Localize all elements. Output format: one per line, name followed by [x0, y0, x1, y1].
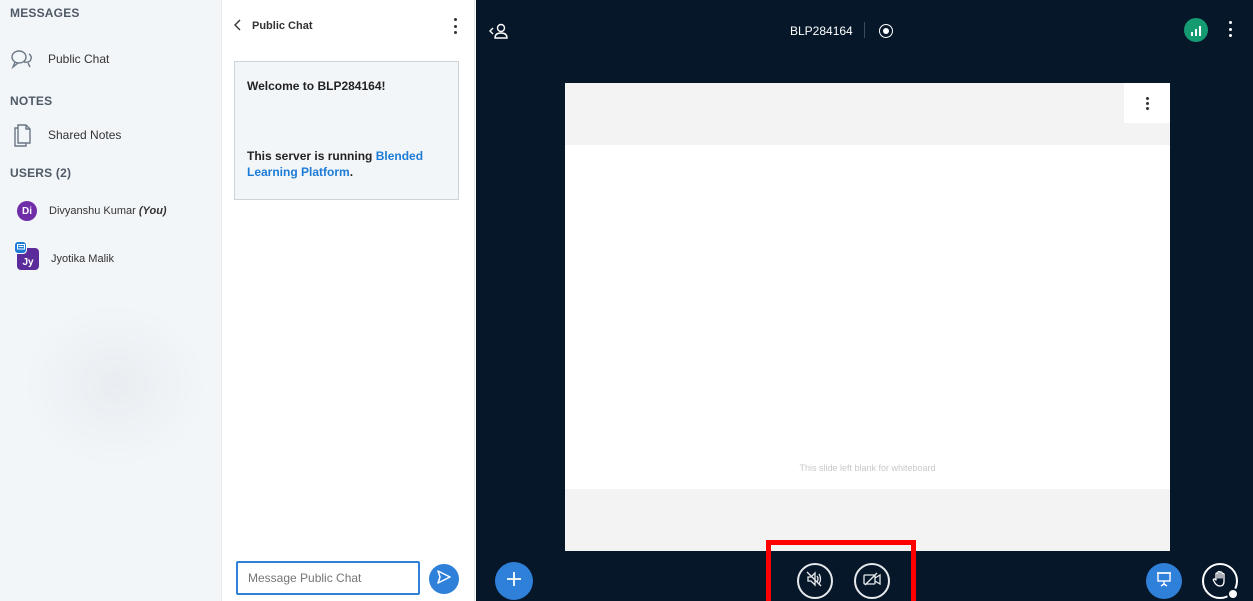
welcome-message: Welcome to BLP284164! This server is run… — [234, 61, 459, 200]
user-name: Divyanshu Kumar (You) — [49, 205, 167, 217]
options-menu-icon[interactable] — [1226, 21, 1234, 37]
audio-icon — [806, 570, 824, 592]
app-root: MESSAGES Public Chat NOTES Shared Notes … — [0, 0, 1253, 601]
audio-button[interactable] — [797, 563, 833, 599]
chat-options-icon[interactable] — [450, 18, 460, 34]
sidebar-item-shared-notes[interactable]: Shared Notes — [10, 120, 213, 150]
users-toggle-icon[interactable] — [488, 20, 510, 42]
slide-options-icon[interactable] — [1124, 83, 1170, 123]
user-name: Jyotika Malik — [51, 253, 114, 265]
chat-panel: Public Chat Welcome to BLP284164! This s… — [222, 0, 475, 601]
send-button[interactable] — [429, 564, 459, 594]
top-bar: BLP284164 — [476, 0, 1253, 60]
connection-status-icon[interactable] — [1184, 18, 1208, 42]
notes-section-title: NOTES — [10, 94, 53, 108]
presentation-button[interactable] — [1146, 563, 1182, 599]
avatar-initials: Jy — [22, 257, 34, 268]
record-icon[interactable] — [879, 24, 893, 38]
title-divider — [864, 22, 865, 38]
chevron-left-icon — [234, 19, 242, 34]
chat-bubbles-icon — [10, 47, 34, 71]
avatar: Di — [17, 201, 37, 221]
raise-hand-icon — [1212, 570, 1228, 593]
slide-note: This slide left blank for whiteboard — [799, 463, 936, 473]
presentation-icon — [1156, 571, 1172, 592]
chat-title: Public Chat — [252, 20, 313, 32]
meeting-title: BLP284164 — [790, 24, 853, 38]
user-list-item[interactable]: Jy Jyotika Malik — [14, 241, 213, 274]
chat-header: Public Chat — [222, 0, 474, 52]
blurred-overlay — [20, 300, 210, 470]
messages-section-title: MESSAGES — [10, 6, 80, 20]
you-label: (You) — [138, 205, 167, 217]
plus-icon — [506, 571, 522, 592]
raise-hand-button[interactable] — [1202, 563, 1239, 600]
avatar: Jy — [14, 241, 39, 270]
notes-icon — [10, 123, 34, 147]
camera-button[interactable] — [854, 563, 890, 599]
sidebar-item-public-chat[interactable]: Public Chat — [10, 44, 213, 74]
actions-button[interactable] — [495, 562, 533, 600]
server-info: This server is running Blended Learning … — [247, 149, 424, 179]
chat-back-button[interactable]: Public Chat — [234, 19, 313, 34]
message-input[interactable] — [236, 561, 420, 595]
status-dot — [1227, 588, 1239, 600]
camera-off-icon — [863, 572, 881, 591]
public-chat-label: Public Chat — [48, 52, 110, 66]
sidebar: MESSAGES Public Chat NOTES Shared Notes … — [0, 0, 222, 601]
shared-notes-label: Shared Notes — [48, 128, 122, 142]
main-area: BLP284164 This slide left blank for whit… — [476, 0, 1253, 601]
slide-top-band — [565, 83, 1170, 145]
presentation-slide[interactable]: This slide left blank for whiteboard — [565, 83, 1170, 551]
user-list-item[interactable]: Di Divyanshu Kumar (You) — [17, 196, 213, 226]
users-section-title: USERS (2) — [10, 166, 72, 180]
welcome-line: Welcome to BLP284164! — [247, 79, 386, 93]
slide-bottom-band — [565, 489, 1170, 551]
send-icon — [436, 569, 452, 589]
presenter-badge-icon — [14, 241, 27, 254]
